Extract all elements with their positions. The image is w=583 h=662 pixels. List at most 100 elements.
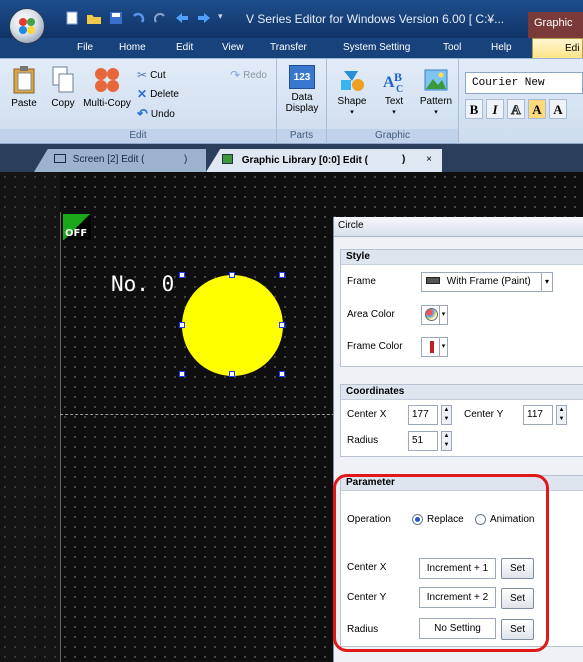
monitor-icon — [54, 154, 66, 163]
palette-icon — [425, 308, 438, 321]
undo-button[interactable]: ↶ Undo — [137, 106, 175, 122]
doc-tab-screen-edit[interactable]: Screen [2] Edit ( ) — [34, 149, 206, 172]
svg-text:C: C — [396, 84, 403, 93]
pattern-icon — [424, 69, 448, 91]
multi-copy-button[interactable]: Multi-Copy — [79, 65, 135, 109]
frame-select[interactable]: With Frame (Paint) ▾ — [421, 272, 553, 292]
save-icon[interactable] — [108, 11, 124, 25]
operation-label: Operation — [347, 514, 391, 525]
pattern-button[interactable]: Pattern ▾ — [416, 67, 456, 118]
center-y-input[interactable]: 117 — [523, 405, 553, 425]
shadow-a-button[interactable]: A — [528, 99, 546, 119]
tab-file[interactable]: File — [77, 42, 93, 53]
close-tab-icon[interactable]: × — [426, 154, 432, 165]
delete-button[interactable]: ✕ Delete — [137, 87, 179, 101]
circle-property-panel: Circle Style Frame With Frame (Paint) ▾ … — [333, 217, 583, 662]
paste-button[interactable]: Paste — [6, 65, 42, 109]
contextual-tab-header: Graphic — [528, 12, 583, 38]
resize-handle-ne[interactable] — [279, 272, 285, 278]
area-color-label: Area Color — [347, 309, 395, 320]
animation-label: Animation — [490, 514, 535, 525]
parameter-heading: Parameter — [341, 476, 583, 491]
copy-button[interactable]: Copy — [47, 65, 79, 109]
animation-radio[interactable] — [475, 514, 486, 525]
pattern-dropdown-icon: ▾ — [434, 109, 438, 116]
undo-icon[interactable] — [130, 11, 146, 25]
app-window: ▾ V Series Editor for Windows Version 6.… — [0, 0, 583, 662]
resize-handle-nw[interactable] — [179, 272, 185, 278]
tab-edit-graphic[interactable]: Edi — [532, 38, 583, 58]
object-number-label: No. 0 — [111, 272, 175, 296]
redo-button[interactable]: ↷ Redo — [230, 68, 267, 82]
area-color-picker[interactable]: ▾ — [421, 305, 448, 325]
resize-handle-e[interactable] — [279, 322, 285, 328]
replace-radio[interactable] — [412, 514, 423, 525]
scissors-icon: ✂ — [137, 68, 148, 82]
customize-qat-icon[interactable]: ▾ — [218, 11, 226, 25]
resize-handle-sw[interactable] — [179, 371, 185, 377]
open-folder-icon[interactable] — [86, 11, 102, 25]
yellow-circle-shape[interactable] — [182, 275, 283, 376]
center-y-set-button[interactable]: Set — [501, 588, 534, 609]
replace-label: Replace — [427, 514, 464, 525]
tab-system-setting[interactable]: System Setting — [343, 42, 410, 53]
chevron-down-icon: ▾ — [439, 338, 447, 356]
center-guide-line — [60, 414, 350, 415]
frame-color-label: Frame Color — [347, 341, 403, 352]
new-icon[interactable] — [64, 11, 80, 25]
back-arrow-icon[interactable] — [174, 11, 190, 25]
clipboard-icon — [13, 66, 35, 94]
italic-button[interactable]: I — [486, 99, 504, 119]
radius-spinner[interactable]: ▲ ▼ — [441, 431, 452, 451]
frame-label: Frame — [347, 276, 376, 287]
outline-a-button[interactable]: A — [507, 99, 525, 119]
text-button[interactable]: ABC Text ▾ — [377, 67, 411, 118]
center-x-spinner[interactable]: ▲ ▼ — [441, 405, 452, 425]
canvas-margin — [0, 172, 60, 662]
resize-handle-n[interactable] — [229, 272, 235, 278]
frame-color-picker[interactable]: ▾ — [421, 337, 448, 357]
shape-button[interactable]: Shape ▾ — [335, 67, 369, 118]
radius-set-button[interactable]: Set — [501, 619, 534, 640]
tab-help[interactable]: Help — [491, 42, 512, 53]
edit-group: Paste Copy Multi-Copy ✂ Cut ↷ Redo ✕ Del… — [0, 59, 277, 144]
parts-group-label: Parts — [277, 129, 326, 143]
param-center-y-label: Center Y — [347, 592, 387, 603]
graphic-group-label: Graphic — [327, 129, 458, 143]
doc-tab-graphic-library[interactable]: Graphic Library [0:0] Edit ( ) × — [206, 149, 442, 172]
tab-tool[interactable]: Tool — [443, 42, 461, 53]
center-x-input[interactable]: 177 — [408, 405, 438, 425]
bold-button[interactable]: B — [465, 99, 483, 119]
off-state-tag[interactable]: OFF — [63, 214, 91, 240]
tab-edit[interactable]: Edit — [176, 42, 193, 53]
application-menu-button[interactable] — [9, 8, 45, 44]
parts-group: 123 Data Display Parts — [277, 59, 327, 144]
data-display-button[interactable]: 123 Data Display — [282, 65, 322, 114]
ribbon-tab-row: File Home Edit View Transfer System Sett… — [0, 38, 583, 58]
center-x-set-button[interactable]: Set — [501, 558, 534, 579]
undo-arrow-icon: ↶ — [137, 106, 148, 121]
a-style-button[interactable]: A — [549, 99, 567, 119]
document-tabs: Screen [2] Edit ( ) Graphic Library [0:0… — [0, 144, 583, 172]
cut-button[interactable]: ✂ Cut — [137, 68, 166, 82]
center-y-spinner[interactable]: ▲ ▼ — [556, 405, 567, 425]
resize-handle-s[interactable] — [229, 371, 235, 377]
forward-arrow-icon[interactable] — [196, 11, 212, 25]
text-dropdown-icon: ▾ — [392, 109, 396, 116]
coordinates-section: Coordinates Center X 177 ▲ ▼ Center Y 117… — [340, 384, 583, 457]
coordinates-heading: Coordinates — [341, 385, 583, 400]
tab-home[interactable]: Home — [119, 42, 146, 53]
delete-x-icon: ✕ — [137, 87, 148, 101]
center-x-label: Center X — [347, 409, 387, 420]
app-logo-icon — [19, 18, 35, 34]
radius-input[interactable]: 51 — [408, 431, 438, 451]
quick-access-toolbar: ▾ — [64, 9, 226, 27]
redo-icon[interactable] — [152, 11, 168, 25]
resize-handle-se[interactable] — [279, 371, 285, 377]
font-name-combo[interactable]: Courier New — [465, 72, 583, 94]
tab-view[interactable]: View — [222, 42, 244, 53]
graphic-group: Shape ▾ ABC Text ▾ Pattern ▾ Graphic — [327, 59, 459, 144]
graphic-library-icon — [222, 154, 233, 164]
tab-transfer[interactable]: Transfer — [270, 42, 307, 53]
resize-handle-w[interactable] — [179, 322, 185, 328]
